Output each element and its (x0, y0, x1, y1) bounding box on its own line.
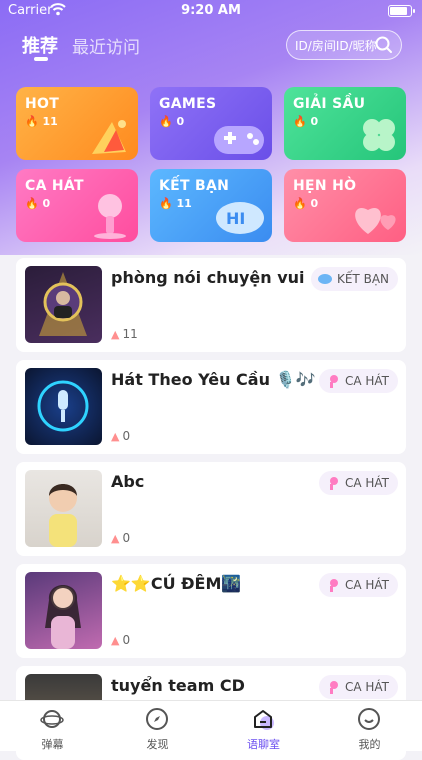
category-label: KẾT BẠN (159, 178, 230, 194)
bottom-tab-bar: 弹幕 发现 语聊室 我的 (0, 700, 422, 751)
room-title: Abc (111, 472, 145, 491)
category-ket-ban[interactable]: KẾT BẠN 🔥 11 HI (150, 169, 272, 242)
chat-bubble-icon: HI (216, 202, 264, 234)
search-placeholder: ID/房间ID/昵称 (295, 39, 377, 53)
room-tag: KẾT BẠN (310, 267, 398, 291)
flame-icon: ▲ (111, 634, 120, 647)
room-title: tuyển team CD (111, 676, 245, 695)
microphone-icon (329, 375, 338, 388)
clover-icon (363, 119, 395, 151)
category-label: HOT (25, 96, 60, 112)
category-label: CA HÁT (25, 178, 84, 194)
category-count: 🔥 0 (25, 197, 51, 210)
room-avatar (25, 572, 102, 649)
svg-text:HI: HI (226, 209, 245, 228)
room-avatar (25, 368, 102, 445)
gamepad-icon (214, 126, 264, 154)
clock: 9:20 AM (181, 3, 241, 18)
microphone-icon (329, 477, 338, 490)
active-tab-indicator (34, 57, 48, 61)
room-tag: CA HÁT (318, 675, 398, 699)
planet-icon (40, 710, 64, 728)
room-avatar (25, 470, 102, 547)
category-giai-sau[interactable]: GIẢI SẦU 🔥 0 (284, 87, 406, 160)
battery-icon (388, 5, 415, 17)
category-games[interactable]: GAMES 🔥 0 (150, 87, 272, 160)
smile-icon (358, 708, 380, 730)
category-count: 🔥 11 (159, 197, 192, 210)
microphone-icon (329, 579, 338, 592)
room-title: Hát Theo Yêu Cầu 🎙️🎶 (111, 370, 316, 389)
search-input[interactable]: ID/房间ID/昵称 (286, 30, 402, 60)
room-card[interactable]: ⭐⭐CÚ ĐÊM🌃 ▲ 0 CA HÁT (16, 564, 406, 658)
room-card[interactable]: Abc ▲ 0 CA HÁT (16, 462, 406, 556)
hearts-icon (355, 208, 396, 234)
flame-icon: ▲ (111, 328, 120, 341)
tab-discover[interactable]: 发现 (105, 701, 210, 751)
tab-recommended[interactable]: 推荐 (22, 32, 58, 58)
category-count: 🔥 11 (25, 115, 58, 128)
tab-profile[interactable]: 我的 (317, 701, 422, 751)
category-hot[interactable]: HOT 🔥 11 (16, 87, 138, 160)
room-tag: CA HÁT (318, 471, 398, 495)
status-bar: Carrier 9:20 AM (0, 0, 422, 22)
microphone-icon (329, 681, 338, 694)
tab-danmu[interactable]: 弹幕 (0, 701, 105, 751)
room-heat: ▲ 11 (111, 327, 138, 341)
flame-icon: ▲ (111, 430, 120, 443)
room-heat: ▲ 0 (111, 531, 131, 545)
microphone-icon (94, 194, 126, 239)
room-card[interactable]: Hát Theo Yêu Cầu 🎙️🎶 ▲ 0 CA HÁT (16, 360, 406, 454)
tab-voice-rooms[interactable]: 语聊室 (211, 701, 316, 751)
compass-icon (146, 708, 168, 730)
fire-icon (92, 120, 126, 154)
room-card[interactable]: phòng nói chuyện vui ▲ 11 KẾT BẠN (16, 258, 406, 352)
category-count: 🔥 0 (293, 115, 319, 128)
room-avatar (25, 266, 102, 343)
room-tag: CA HÁT (318, 573, 398, 597)
home-icon (254, 710, 274, 730)
category-ca-hat[interactable]: CA HÁT 🔥 0 (16, 169, 138, 242)
category-label: HẸN HÒ (293, 178, 357, 194)
category-count: 🔥 0 (159, 115, 185, 128)
category-hen-ho[interactable]: HẸN HÒ 🔥 0 (284, 169, 406, 242)
category-count: 🔥 0 (293, 197, 319, 210)
category-label: GAMES (159, 96, 217, 112)
room-title: ⭐⭐CÚ ĐÊM🌃 (111, 574, 242, 593)
room-tag: CA HÁT (318, 369, 398, 393)
chat-bubble-icon (317, 274, 332, 284)
room-heat: ▲ 0 (111, 633, 131, 647)
room-heat: ▲ 0 (111, 429, 131, 443)
tab-recent[interactable]: 最近访问 (72, 33, 140, 58)
search-icon[interactable] (375, 36, 393, 54)
room-title: phòng nói chuyện vui (111, 268, 305, 287)
flame-icon: ▲ (111, 532, 120, 545)
category-label: GIẢI SẦU (293, 96, 366, 112)
